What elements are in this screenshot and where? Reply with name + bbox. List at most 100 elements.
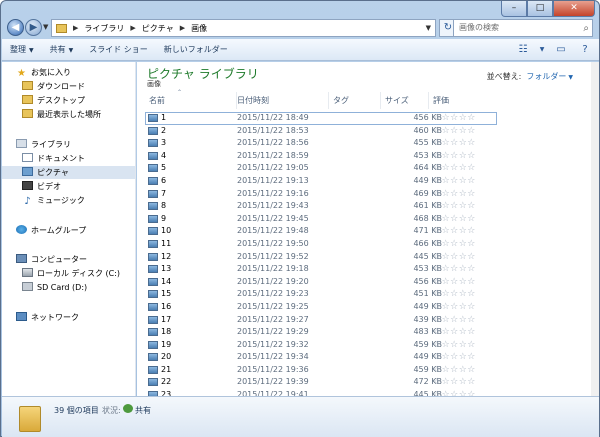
rating-stars-icon[interactable]: ☆☆☆☆☆ [433,288,476,300]
file-row[interactable]: 4 2015/11/22 18:59 453 KB ☆☆☆☆☆ [145,150,497,163]
breadcrumb-chevron-icon[interactable]: ▶ [180,24,185,32]
arrange-by-dropdown[interactable]: フォルダー [526,72,566,81]
rating-stars-icon[interactable]: ☆☆☆☆☆ [433,150,476,162]
nav-desktop[interactable]: デスクトップ [2,94,135,107]
file-date: 2015/11/22 19:43 [237,201,309,211]
rating-stars-icon[interactable]: ☆☆☆☆☆ [433,188,476,200]
file-row[interactable]: 19 2015/11/22 19:32 459 KB ☆☆☆☆☆ [145,339,497,352]
search-icon[interactable]: ⌕ [583,21,589,37]
nav-music[interactable]: ♪ ミュージック [2,194,135,207]
maximize-button[interactable]: □ [527,1,553,17]
rating-stars-icon[interactable]: ☆☆☆☆☆ [433,225,476,237]
nav-favorites[interactable]: ★ お気に入り [2,66,135,79]
file-row[interactable]: 15 2015/11/22 19:23 451 KB ☆☆☆☆☆ [145,288,497,301]
close-button[interactable]: ✕ [553,1,595,17]
back-button[interactable]: ◀ [7,19,24,36]
file-row[interactable]: 11 2015/11/22 19:50 466 KB ☆☆☆☆☆ [145,238,497,251]
nav-downloads[interactable]: ダウンロード [2,80,135,93]
view-options-icon[interactable]: ☷ [515,42,531,58]
rating-stars-icon[interactable]: ☆☆☆☆☆ [433,364,476,376]
file-row[interactable]: 14 2015/11/22 19:20 456 KB ☆☆☆☆☆ [145,276,497,289]
file-row[interactable]: 10 2015/11/22 19:48 471 KB ☆☆☆☆☆ [145,225,497,238]
nav-network[interactable]: ネットワーク [2,311,135,324]
nav-recent-places[interactable]: 最近表示した場所 [2,108,135,121]
file-row[interactable]: 20 2015/11/22 19:34 449 KB ☆☆☆☆☆ [145,351,497,364]
file-row[interactable]: 22 2015/11/22 19:39 472 KB ☆☆☆☆☆ [145,376,497,389]
file-row[interactable]: 16 2015/11/22 19:25 449 KB ☆☆☆☆☆ [145,301,497,314]
file-row[interactable]: 13 2015/11/22 19:18 453 KB ☆☆☆☆☆ [145,263,497,276]
organize-menu[interactable]: 整理 ▼ [2,39,42,61]
column-header-rating[interactable]: 評価 [429,92,489,109]
file-row[interactable]: 6 2015/11/22 19:13 449 KB ☆☆☆☆☆ [145,175,497,188]
rating-stars-icon[interactable]: ☆☆☆☆☆ [433,276,476,288]
new-folder-button[interactable]: 新しいフォルダー [156,39,236,61]
rating-stars-icon[interactable]: ☆☆☆☆☆ [433,263,476,275]
help-icon[interactable]: ? [577,42,593,58]
recent-pages-chevron-icon[interactable]: ▼ [43,23,48,31]
rating-stars-icon[interactable]: ☆☆☆☆☆ [433,162,476,174]
file-row[interactable]: 3 2015/11/22 18:56 455 KB ☆☆☆☆☆ [145,137,497,150]
breadcrumb-chevron-icon[interactable]: ▶ [130,24,135,32]
nav-local-disk[interactable]: ローカル ディスク (C:) [2,267,135,280]
file-row[interactable]: 8 2015/11/22 19:43 461 KB ☆☆☆☆☆ [145,200,497,213]
search-input[interactable]: 画像の検索 ⌕ [453,19,593,37]
rating-stars-icon[interactable]: ☆☆☆☆☆ [433,200,476,212]
documents-icon [22,153,33,162]
rating-stars-icon[interactable]: ☆☆☆☆☆ [433,238,476,250]
breadcrumb-images[interactable]: 画像 [191,23,207,34]
address-bar[interactable]: ▶ ライブラリ ▶ ピクチャ ▶ 画像 ▼ [51,19,436,37]
address-dropdown-icon[interactable]: ▼ [426,24,431,32]
rating-stars-icon[interactable]: ☆☆☆☆☆ [433,125,476,137]
nav-sd-card[interactable]: SD Card (D:) [2,281,135,294]
file-row[interactable]: 7 2015/11/22 19:16 469 KB ☆☆☆☆☆ [145,188,497,201]
rating-stars-icon[interactable]: ☆☆☆☆☆ [433,112,476,124]
vertical-scrollbar[interactable] [591,62,599,396]
nav-computer[interactable]: コンピューター [2,253,135,266]
library-subtitle: 画像 [147,80,161,88]
chevron-down-icon[interactable]: ▼ [568,74,573,81]
minimize-button[interactable]: – [501,1,527,17]
forward-button[interactable]: ▶ [25,19,42,36]
column-header-date[interactable]: 日付時刻 [233,92,329,109]
file-name: 3 [161,138,167,148]
file-row[interactable]: 12 2015/11/22 19:52 445 KB ☆☆☆☆☆ [145,251,497,264]
preview-pane-icon[interactable]: ▭ [553,42,569,58]
file-date: 2015/11/22 19:50 [237,238,309,248]
file-row[interactable]: 21 2015/11/22 19:36 459 KB ☆☆☆☆☆ [145,364,497,377]
file-date: 2015/11/22 19:05 [237,163,309,173]
nav-videos[interactable]: ビデオ [2,180,135,193]
rating-stars-icon[interactable]: ☆☆☆☆☆ [433,326,476,338]
chevron-down-icon[interactable]: ▼ [539,42,545,58]
column-header-name[interactable]: 名前 [145,92,237,109]
file-date: 2015/11/22 19:13 [237,175,309,185]
rating-stars-icon[interactable]: ☆☆☆☆☆ [433,376,476,388]
breadcrumb-libraries[interactable]: ライブラリ [84,23,124,34]
file-row[interactable]: 17 2015/11/22 19:27 439 KB ☆☆☆☆☆ [145,314,497,327]
rating-stars-icon[interactable]: ☆☆☆☆☆ [433,251,476,263]
file-name: 12 [161,251,172,261]
slideshow-button[interactable]: スライド ショー [81,39,156,61]
rating-stars-icon[interactable]: ☆☆☆☆☆ [433,301,476,313]
file-row[interactable]: 5 2015/11/22 19:05 464 KB ☆☆☆☆☆ [145,162,497,175]
file-row[interactable]: 9 2015/11/22 19:45 468 KB ☆☆☆☆☆ [145,213,497,226]
file-row[interactable]: 1 2015/11/22 18:49 456 KB ☆☆☆☆☆ [145,112,497,125]
rating-stars-icon[interactable]: ☆☆☆☆☆ [433,137,476,149]
rating-stars-icon[interactable]: ☆☆☆☆☆ [433,213,476,225]
nav-documents[interactable]: ドキュメント [2,152,135,165]
share-menu[interactable]: 共有 ▼ [42,39,82,61]
file-row[interactable]: 2 2015/11/22 18:53 460 KB ☆☆☆☆☆ [145,125,497,138]
column-header-size[interactable]: サイズ [381,92,429,109]
breadcrumb-chevron-icon[interactable]: ▶ [73,24,78,32]
nav-pictures[interactable]: ピクチャ [2,166,135,179]
nav-libraries[interactable]: ライブラリ [2,138,135,151]
column-header-tag[interactable]: タグ [329,92,381,109]
file-row[interactable]: 18 2015/11/22 19:29 483 KB ☆☆☆☆☆ [145,326,497,339]
nav-homegroup[interactable]: ホームグループ [2,224,135,237]
rating-stars-icon[interactable]: ☆☆☆☆☆ [433,351,476,363]
rating-stars-icon[interactable]: ☆☆☆☆☆ [433,175,476,187]
nav-label: SD Card (D:) [37,283,88,292]
file-name: 9 [161,213,167,223]
breadcrumb-pictures[interactable]: ピクチャ [142,23,174,34]
rating-stars-icon[interactable]: ☆☆☆☆☆ [433,339,476,351]
rating-stars-icon[interactable]: ☆☆☆☆☆ [433,314,476,326]
